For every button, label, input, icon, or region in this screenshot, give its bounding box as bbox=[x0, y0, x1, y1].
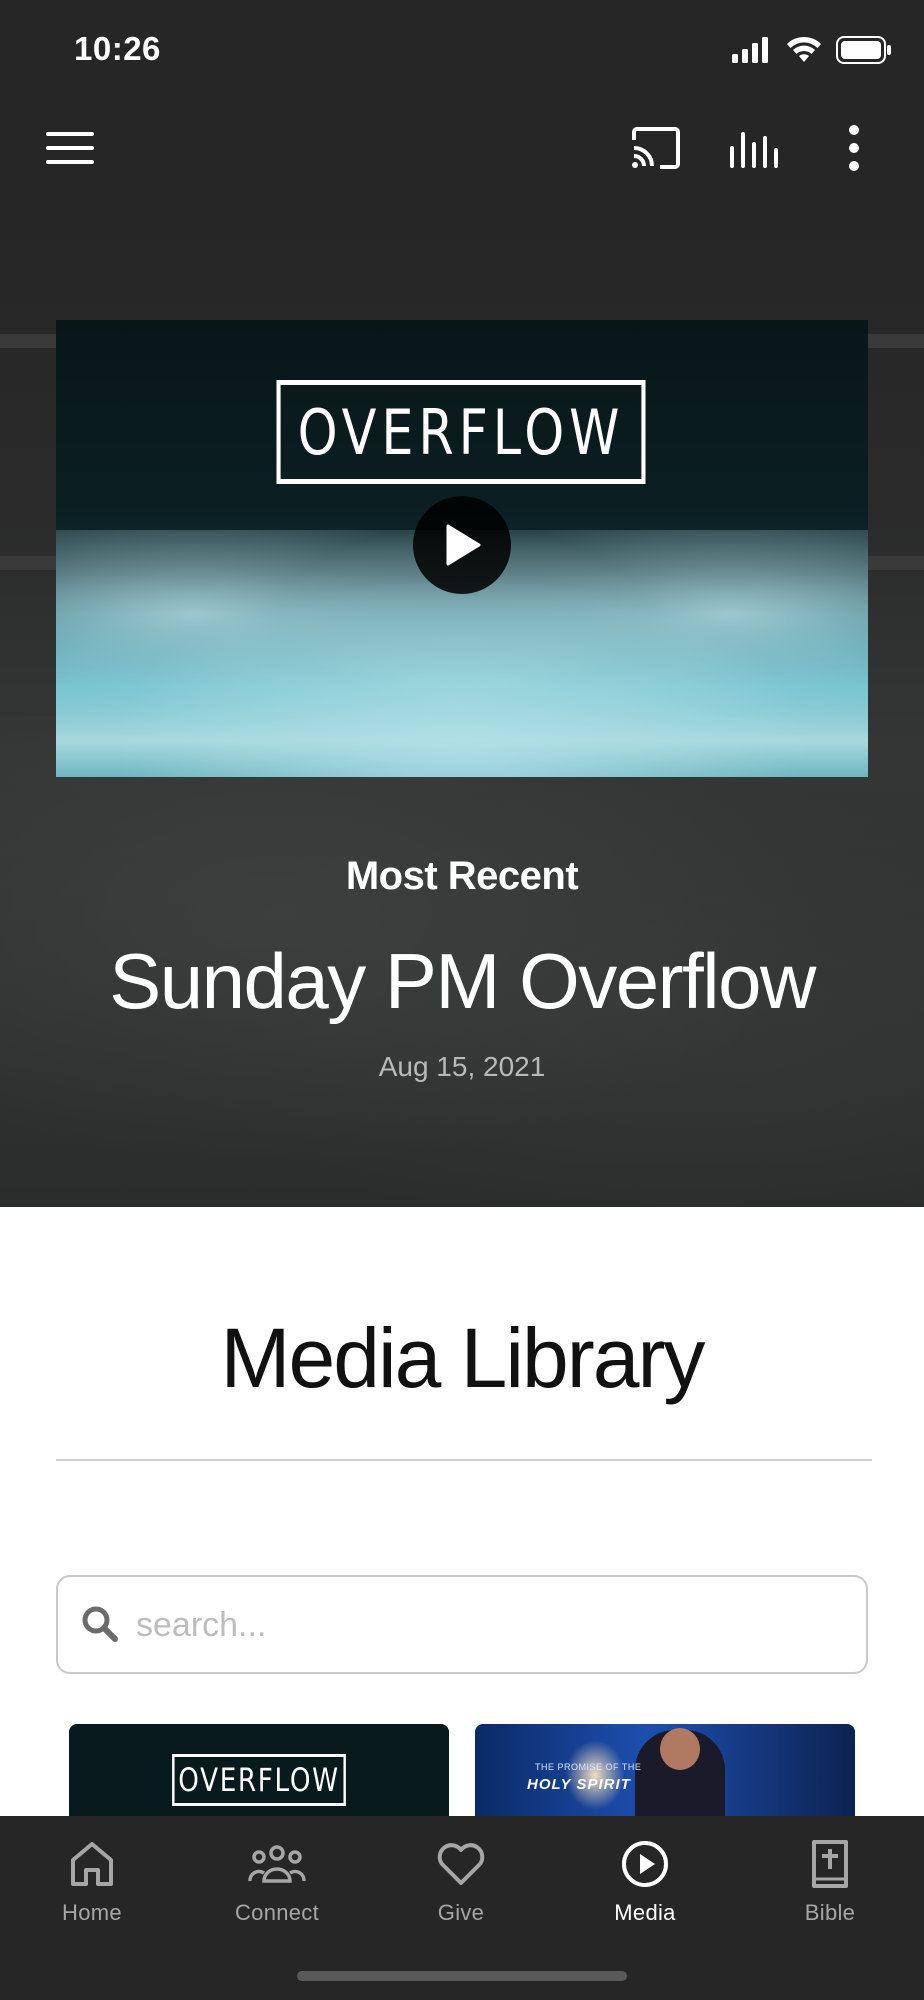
play-button[interactable] bbox=[413, 496, 511, 594]
home-icon bbox=[71, 1842, 113, 1886]
divider bbox=[56, 1459, 872, 1461]
play-circle-icon bbox=[622, 1841, 668, 1887]
most-recent-hero: OVERFLOW Most Recent Sunday PM Overflow … bbox=[0, 196, 924, 1207]
status-icons bbox=[732, 36, 892, 64]
home-indicator bbox=[297, 1971, 627, 1981]
media-item[interactable]: OVERFLOW bbox=[69, 1724, 449, 1824]
audio-bars-icon[interactable] bbox=[727, 122, 783, 174]
tab-give[interactable]: Give bbox=[391, 1834, 531, 1934]
people-icon bbox=[248, 1845, 306, 1883]
heart-icon bbox=[437, 1843, 485, 1885]
page-title: Media Library bbox=[220, 1311, 706, 1405]
search-box[interactable] bbox=[56, 1575, 868, 1674]
tab-media[interactable]: Media bbox=[575, 1834, 715, 1934]
tab-label: Connect bbox=[234, 1900, 320, 1925]
menu-icon[interactable] bbox=[42, 122, 98, 174]
signal-icon bbox=[732, 37, 768, 63]
video-logo: OVERFLOW bbox=[276, 380, 646, 484]
play-icon bbox=[446, 524, 481, 566]
media-thumbnail-subtitle: THE PROMISE OF THE bbox=[535, 1762, 642, 1772]
video-player[interactable]: OVERFLOW bbox=[56, 320, 868, 777]
tab-home[interactable]: Home bbox=[22, 1834, 162, 1934]
section-label: Most Recent bbox=[345, 854, 579, 898]
status-bar: 10:26 bbox=[0, 0, 924, 100]
search-icon bbox=[82, 1606, 118, 1642]
speaker-head bbox=[660, 1728, 700, 1770]
tab-bible[interactable]: Bible bbox=[760, 1834, 900, 1934]
media-thumbnail-title: HOLY SPIRIT bbox=[527, 1776, 631, 1793]
bible-icon bbox=[812, 1840, 848, 1888]
app-bar bbox=[0, 100, 924, 196]
tab-label: Media bbox=[614, 1900, 676, 1925]
tab-label: Bible bbox=[804, 1900, 856, 1925]
more-vert-icon[interactable] bbox=[826, 122, 882, 174]
tab-label: Home bbox=[62, 1900, 122, 1925]
media-item[interactable]: THE PROMISE OF THE HOLY SPIRIT bbox=[475, 1724, 855, 1824]
tab-connect[interactable]: Connect bbox=[207, 1834, 347, 1934]
status-time: 10:26 bbox=[74, 30, 161, 67]
cast-icon[interactable] bbox=[628, 122, 684, 174]
media-thumbnail-logo: OVERFLOW bbox=[172, 1754, 346, 1806]
dove-image bbox=[565, 1740, 625, 1810]
sermon-title[interactable]: Sunday PM Overflow bbox=[0, 936, 924, 1027]
tab-label: Give bbox=[437, 1900, 485, 1925]
sermon-date: Aug 15, 2021 bbox=[378, 1051, 546, 1082]
battery-icon bbox=[836, 36, 891, 64]
search-input[interactable] bbox=[136, 1595, 836, 1655]
wifi-icon bbox=[787, 36, 821, 62]
